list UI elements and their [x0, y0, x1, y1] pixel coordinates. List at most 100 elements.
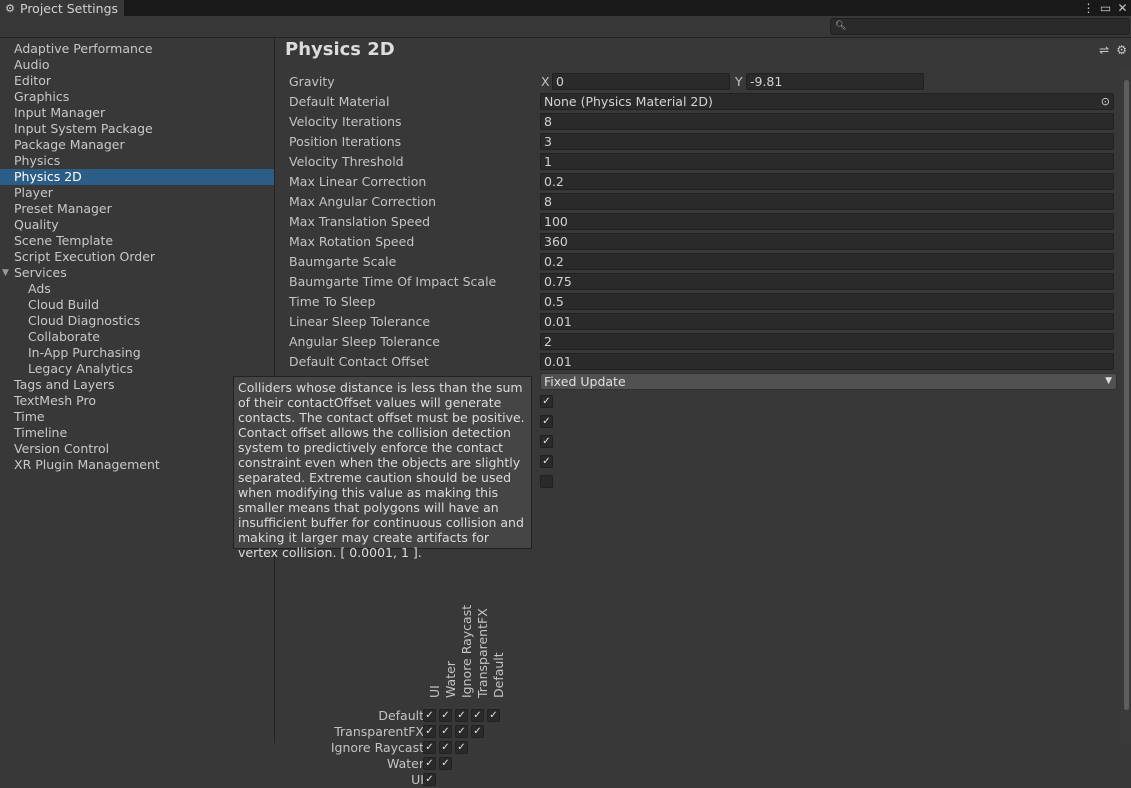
linear-sleep-tolerance-row: Linear Sleep Tolerance 0.01	[275, 312, 1120, 332]
position-iterations-label: Position Iterations	[289, 134, 402, 149]
matrix-checkbox[interactable]: ✓	[423, 773, 436, 786]
sidebar-item-adaptive-performance[interactable]: Adaptive Performance	[0, 41, 274, 57]
layer-collision-matrix: UI Water Ignore Raycast TransparentFX Defaul…	[331, 576, 575, 787]
matrix-checkbox[interactable]: ✓	[487, 709, 500, 722]
gravity-row: Gravity X 0 Y -9.81	[275, 72, 1120, 92]
option-checkbox[interactable]	[540, 475, 553, 488]
matrix-checkbox[interactable]: ✓	[455, 725, 468, 738]
sidebar-item-graphics[interactable]: Graphics	[0, 89, 274, 105]
matrix-checkbox[interactable]: ✓	[471, 709, 484, 722]
maximize-icon[interactable]: ▭	[1097, 0, 1114, 16]
matrix-column-label: UI	[427, 685, 442, 698]
contact-offset-tooltip: Colliders whose distance is less than th…	[233, 376, 532, 560]
option-checkbox[interactable]: ✓	[540, 455, 553, 468]
sidebar-item-physics-2d[interactable]: Physics 2D	[0, 169, 274, 185]
page-title: Physics 2D	[285, 39, 395, 60]
sidebar-item-editor[interactable]: Editor	[0, 73, 274, 89]
option-checkbox[interactable]: ✓	[540, 415, 553, 428]
sidebar-item-input-manager[interactable]: Input Manager	[0, 105, 274, 121]
linear-sleep-tolerance-field[interactable]: 0.01	[540, 313, 1114, 330]
velocity-threshold-row: Velocity Threshold 1	[275, 152, 1120, 172]
baumgarte-time-of-impact-scale-field[interactable]: 0.75	[540, 273, 1114, 290]
gear-icon: ⚙	[5, 1, 15, 15]
matrix-checkbox[interactable]: ✓	[439, 725, 452, 738]
sidebar-item-collaborate[interactable]: Collaborate	[0, 329, 274, 345]
time-to-sleep-field[interactable]: 0.5	[540, 293, 1114, 310]
default-material-row: Default Material None (Physics Material …	[275, 92, 1120, 112]
angular-sleep-tolerance-label: Angular Sleep Tolerance	[289, 334, 440, 349]
sidebar-item-cloud-diagnostics[interactable]: Cloud Diagnostics	[0, 313, 274, 329]
sidebar-item-label: Editor	[14, 73, 51, 88]
sidebar-item-physics[interactable]: Physics	[0, 153, 274, 169]
max-angular-correction-row: Max Angular Correction 8	[275, 192, 1120, 212]
matrix-checkbox[interactable]: ✓	[439, 757, 452, 770]
time-to-sleep-label: Time To Sleep	[289, 294, 376, 309]
baumgarte-time-of-impact-scale-row: Baumgarte Time Of Impact Scale 0.75	[275, 272, 1120, 292]
sidebar-item-legacy-analytics[interactable]: Legacy Analytics	[0, 361, 274, 377]
baumgarte-scale-field[interactable]: 0.2	[540, 253, 1114, 270]
sidebar-item-label: Legacy Analytics	[28, 361, 134, 376]
object-picker-icon[interactable]: ⊙	[1101, 94, 1110, 109]
sidebar-item-ads[interactable]: Ads	[0, 281, 274, 297]
window-tab[interactable]: ⚙ Project Settings	[0, 0, 124, 16]
default-contact-offset-field[interactable]: 0.01	[540, 353, 1114, 370]
sidebar-item-script-execution-order[interactable]: Script Execution Order	[0, 249, 274, 265]
sidebar-item-label: Graphics	[14, 89, 70, 104]
matrix-row: TransparentFX	[334, 724, 424, 740]
sidebar-item-label: Timeline	[14, 425, 68, 440]
more-menu-icon[interactable]: ⋮	[1080, 0, 1097, 16]
sidebar-item-quality[interactable]: Quality	[0, 217, 274, 233]
sidebar-item-label: Input System Package	[14, 121, 153, 136]
gravity-y-field[interactable]: -9.81	[746, 73, 924, 90]
matrix-checkbox[interactable]: ✓	[423, 725, 436, 738]
velocity-iterations-row: Velocity Iterations 8	[275, 112, 1120, 132]
velocity-iterations-field[interactable]: 8	[540, 113, 1114, 130]
max-linear-correction-field[interactable]: 0.2	[540, 173, 1114, 190]
sidebar-item-scene-template[interactable]: Scene Template	[0, 233, 274, 249]
search-input[interactable]: 🔍︎	[830, 18, 1130, 35]
baumgarte-scale-label: Baumgarte Scale	[289, 254, 397, 269]
sidebar-item-player[interactable]: Player	[0, 185, 274, 201]
settings-gear-icon[interactable]: ⚙	[1116, 43, 1127, 57]
max-angular-correction-field[interactable]: 8	[540, 193, 1114, 210]
preset-icon[interactable]: ⇌	[1099, 43, 1109, 57]
scrollbar-thumb[interactable]	[1124, 80, 1129, 710]
velocity-iterations-label: Velocity Iterations	[289, 114, 402, 129]
matrix-checkbox[interactable]: ✓	[439, 709, 452, 722]
matrix-column-label: Ignore Raycast	[459, 604, 474, 698]
sidebar-item-preset-manager[interactable]: Preset Manager	[0, 201, 274, 217]
position-iterations-field[interactable]: 3	[540, 133, 1114, 150]
sidebar-item-services[interactable]: ▼ Services	[0, 265, 274, 281]
expand-caret-icon[interactable]: ▼	[2, 265, 9, 281]
matrix-checkbox[interactable]: ✓	[423, 757, 436, 770]
gravity-x-field[interactable]: 0	[552, 73, 730, 90]
angular-sleep-tolerance-field[interactable]: 2	[540, 333, 1114, 350]
matrix-row-label: Default	[378, 708, 424, 723]
simulation-mode-dropdown[interactable]: Fixed Update ▼	[540, 373, 1117, 390]
velocity-threshold-field[interactable]: 1	[540, 153, 1114, 170]
sidebar-item-input-system-package[interactable]: Input System Package	[0, 121, 274, 137]
max-translation-speed-field[interactable]: 100	[540, 213, 1114, 230]
option-checkbox[interactable]: ✓	[540, 435, 553, 448]
sidebar-item-label: Scene Template	[14, 233, 114, 248]
max-linear-correction-row: Max Linear Correction 0.2	[275, 172, 1120, 192]
max-rotation-speed-field[interactable]: 360	[540, 233, 1114, 250]
vertical-scrollbar[interactable]	[1121, 68, 1131, 743]
sidebar-item-in-app-purchasing[interactable]: In-App Purchasing	[0, 345, 274, 361]
sidebar-item-cloud-build[interactable]: Cloud Build	[0, 297, 274, 313]
sidebar-item-audio[interactable]: Audio	[0, 57, 274, 73]
matrix-row: UI	[335, 772, 424, 788]
matrix-checkbox[interactable]: ✓	[423, 709, 436, 722]
sidebar-item-label: Time	[14, 409, 45, 424]
matrix-row-label: TransparentFX	[334, 724, 424, 739]
sidebar-item-package-manager[interactable]: Package Manager	[0, 137, 274, 153]
matrix-row: Default	[335, 708, 424, 724]
matrix-checkbox[interactable]: ✓	[471, 725, 484, 738]
close-icon[interactable]: ✕	[1114, 0, 1131, 16]
sidebar-item-label: Quality	[14, 217, 59, 232]
chevron-down-icon: ▼	[1105, 376, 1112, 386]
matrix-row-label: Water	[387, 756, 424, 771]
option-checkbox[interactable]: ✓	[540, 395, 553, 408]
matrix-checkbox[interactable]: ✓	[455, 709, 468, 722]
default-material-field[interactable]: None (Physics Material 2D) ⊙	[540, 93, 1114, 110]
